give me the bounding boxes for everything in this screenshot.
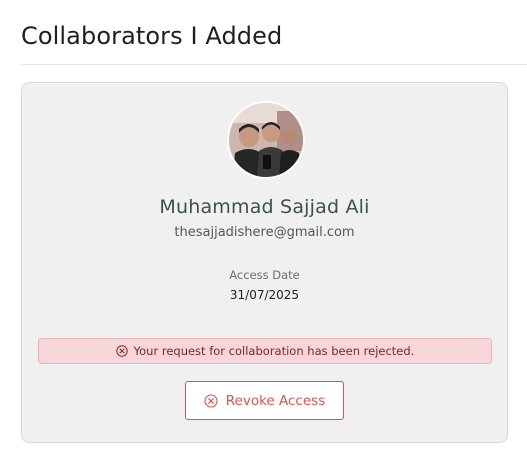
x-circle-icon — [204, 393, 218, 408]
avatar — [227, 101, 305, 179]
revoke-access-label: Revoke Access — [225, 392, 326, 409]
collaborators-page: Collaborators I Added Muhammad Sajjad Al… — [0, 0, 527, 461]
collaborator-name: Muhammad Sajjad Ali — [159, 196, 370, 218]
collaborator-email: thesajjadishere@gmail.com — [174, 225, 355, 240]
rejection-alert: Your request for collaboration has been … — [38, 338, 492, 364]
alert-message: Your request for collaboration has been … — [133, 344, 415, 358]
page-title: Collaborators I Added — [21, 22, 283, 50]
revoke-access-button[interactable]: Revoke Access — [185, 381, 344, 420]
collaborator-card: Muhammad Sajjad Ali thesajjadishere@gmai… — [21, 82, 508, 443]
access-date-label: Access Date — [229, 268, 300, 282]
x-circle-icon — [115, 345, 128, 357]
access-date-value: 31/07/2025 — [229, 288, 300, 302]
avatar-photo — [229, 103, 303, 177]
title-divider — [21, 64, 527, 65]
